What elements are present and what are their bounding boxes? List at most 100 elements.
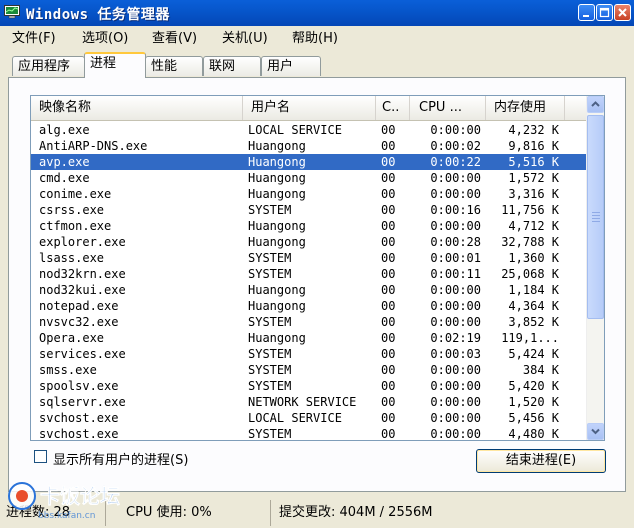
process-cpu-cell: 00 xyxy=(381,299,396,313)
process-cpu-cell: 00 xyxy=(381,411,396,425)
table-row[interactable]: sqlservr.exe NETWORK SERVICE 00 0:00:00 1,52… xyxy=(31,394,587,410)
tab-networking[interactable]: 联网 xyxy=(203,56,261,76)
table-row[interactable]: cmd.exe Huangong 00 0:00:00 1,572 K xyxy=(31,170,587,186)
table-row[interactable]: lsass.exe SYSTEM 00 0:00:01 1,360 K xyxy=(31,250,587,266)
process-user-cell: SYSTEM xyxy=(248,315,292,329)
process-mem-cell: 5,516 K xyxy=(508,155,559,169)
table-row[interactable]: services.exe SYSTEM 00 0:00:03 5,424 K xyxy=(31,346,587,362)
process-cpu-cell: 00 xyxy=(381,363,396,377)
minimize-button[interactable] xyxy=(578,4,595,21)
menu-options[interactable]: 选项(O) xyxy=(82,27,128,46)
end-process-button[interactable]: 结束进程(E) xyxy=(476,449,606,473)
process-cpu-time-cell: 0:00:00 xyxy=(430,171,481,185)
process-mem-cell: 3,852 K xyxy=(508,315,559,329)
process-name-cell: services.exe xyxy=(39,347,126,361)
show-all-users-checkbox[interactable] xyxy=(34,450,47,463)
scroll-up-button[interactable] xyxy=(587,96,604,113)
vertical-scrollbar[interactable] xyxy=(586,96,604,440)
table-row[interactable]: AntiARP-DNS.exe Huangong 00 0:00:02 9,816 K xyxy=(31,138,587,154)
process-mem-cell: 4,364 K xyxy=(508,299,559,313)
process-mem-cell: 3,316 K xyxy=(508,187,559,201)
maximize-button[interactable] xyxy=(596,4,613,21)
process-cpu-time-cell: 0:00:16 xyxy=(430,203,481,217)
process-cpu-time-cell: 0:00:00 xyxy=(430,427,481,441)
process-name-cell: svchost.exe xyxy=(39,427,119,441)
table-row[interactable]: notepad.exe Huangong 00 0:00:00 4,364 K xyxy=(31,298,587,314)
table-row[interactable]: ctfmon.exe Huangong 00 0:00:00 4,712 K xyxy=(31,218,587,234)
scroll-thumb[interactable] xyxy=(587,115,604,319)
process-mem-cell: 1,184 K xyxy=(508,283,559,297)
task-manager-icon xyxy=(4,5,20,19)
status-bar: 进程数: 28 CPU 使用: 0% 提交更改: 404M / 2556M xyxy=(0,498,634,528)
column-image-name[interactable]: 映像名称 xyxy=(31,96,243,120)
show-all-users-label[interactable]: 显示所有用户的进程(S) xyxy=(53,449,188,468)
tab-applications[interactable]: 应用程序 xyxy=(12,56,85,76)
process-mem-cell: 119,1... xyxy=(501,331,559,345)
column-mem-usage[interactable]: 内存使用 xyxy=(486,96,565,120)
process-cpu-cell: 00 xyxy=(381,123,396,137)
menu-view[interactable]: 查看(V) xyxy=(152,27,197,46)
process-cpu-time-cell: 0:00:02 xyxy=(430,139,481,153)
table-row[interactable]: csrss.exe SYSTEM 00 0:00:16 11,756 K xyxy=(31,202,587,218)
table-row[interactable]: spoolsv.exe SYSTEM 00 0:00:00 5,420 K xyxy=(31,378,587,394)
process-cpu-time-cell: 0:00:00 xyxy=(430,187,481,201)
process-cpu-time-cell: 0:00:00 xyxy=(430,379,481,393)
process-mem-cell: 25,068 K xyxy=(501,267,559,281)
table-row[interactable]: svchost.exe LOCAL SERVICE 00 0:00:00 5,456 K xyxy=(31,410,587,426)
close-icon xyxy=(618,8,627,17)
process-cpu-cell: 00 xyxy=(381,203,396,217)
menu-shutdown[interactable]: 关机(U) xyxy=(222,27,268,46)
tab-performance[interactable]: 性能 xyxy=(145,56,203,76)
table-row[interactable]: nod32krn.exe SYSTEM 00 0:00:11 25,068 K xyxy=(31,266,587,282)
maximize-icon xyxy=(599,7,610,18)
process-name-cell: avp.exe xyxy=(39,155,90,169)
status-process-count: 进程数: 28 xyxy=(6,505,71,520)
close-button[interactable] xyxy=(614,4,631,21)
process-cpu-time-cell: 0:00:11 xyxy=(430,267,481,281)
table-row[interactable]: explorer.exe Huangong 00 0:00:28 32,788 K xyxy=(31,234,587,250)
process-cpu-cell: 00 xyxy=(381,171,396,185)
process-name-cell: sqlservr.exe xyxy=(39,395,126,409)
process-cpu-time-cell: 0:00:28 xyxy=(430,235,481,249)
table-row[interactable]: conime.exe Huangong 00 0:00:00 3,316 K xyxy=(31,186,587,202)
process-name-cell: cmd.exe xyxy=(39,171,90,185)
process-cpu-time-cell: 0:00:00 xyxy=(430,299,481,313)
process-list[interactable]: 映像名称 用户名 C.. CPU ... 内存使用 alg.exe LOCAL S… xyxy=(30,95,605,441)
process-rows: alg.exe LOCAL SERVICE 00 0:00:00 4,232 K Anti… xyxy=(31,122,587,441)
process-name-cell: explorer.exe xyxy=(39,235,126,249)
process-user-cell: Huangong xyxy=(248,299,306,313)
table-row[interactable]: nod32kui.exe Huangong 00 0:00:00 1,184 K xyxy=(31,282,587,298)
table-row[interactable]: alg.exe LOCAL SERVICE 00 0:00:00 4,232 K xyxy=(31,122,587,138)
table-row[interactable]: avp.exe Huangong 00 0:00:22 5,516 K xyxy=(31,154,587,170)
minimize-icon xyxy=(583,15,589,17)
process-user-cell: Huangong xyxy=(248,235,306,249)
tab-users[interactable]: 用户 xyxy=(261,56,321,76)
table-row[interactable]: Opera.exe Huangong 00 0:02:19 119,1... xyxy=(31,330,587,346)
menu-file[interactable]: 文件(F) xyxy=(12,27,56,46)
process-mem-cell: 9,816 K xyxy=(508,139,559,153)
process-cpu-time-cell: 0:00:03 xyxy=(430,347,481,361)
table-row[interactable]: svchost.exe SYSTEM 00 0:00:00 4,480 K xyxy=(31,426,587,441)
column-user-name[interactable]: 用户名 xyxy=(243,96,376,120)
table-row[interactable]: nvsvc32.exe SYSTEM 00 0:00:00 3,852 K xyxy=(31,314,587,330)
process-cpu-time-cell: 0:00:00 xyxy=(430,363,481,377)
process-name-cell: nod32krn.exe xyxy=(39,267,126,281)
process-cpu-time-cell: 0:00:22 xyxy=(430,155,481,169)
process-name-cell: ctfmon.exe xyxy=(39,219,112,233)
menu-help[interactable]: 帮助(H) xyxy=(292,27,338,46)
menu-bar: 文件(F) 选项(O) 查看(V) 关机(U) 帮助(H) xyxy=(0,26,634,46)
table-row[interactable]: smss.exe SYSTEM 00 0:00:00 384 K xyxy=(31,362,587,378)
scroll-down-button[interactable] xyxy=(587,423,604,440)
process-name-cell: AntiARP-DNS.exe xyxy=(39,139,148,153)
process-mem-cell: 5,456 K xyxy=(508,411,559,425)
column-cpu-time[interactable]: CPU ... xyxy=(410,96,486,120)
process-mem-cell: 1,572 K xyxy=(508,171,559,185)
process-user-cell: SYSTEM xyxy=(248,203,292,217)
column-cpu[interactable]: C.. xyxy=(376,96,410,120)
process-name-cell: svchost.exe xyxy=(39,411,119,425)
tab-processes[interactable]: 进程 xyxy=(84,52,146,78)
process-cpu-cell: 00 xyxy=(381,315,396,329)
process-user-cell: SYSTEM xyxy=(248,363,292,377)
title-bar[interactable]: Windows 任务管理器 xyxy=(0,0,634,26)
process-mem-cell: 11,756 K xyxy=(501,203,559,217)
